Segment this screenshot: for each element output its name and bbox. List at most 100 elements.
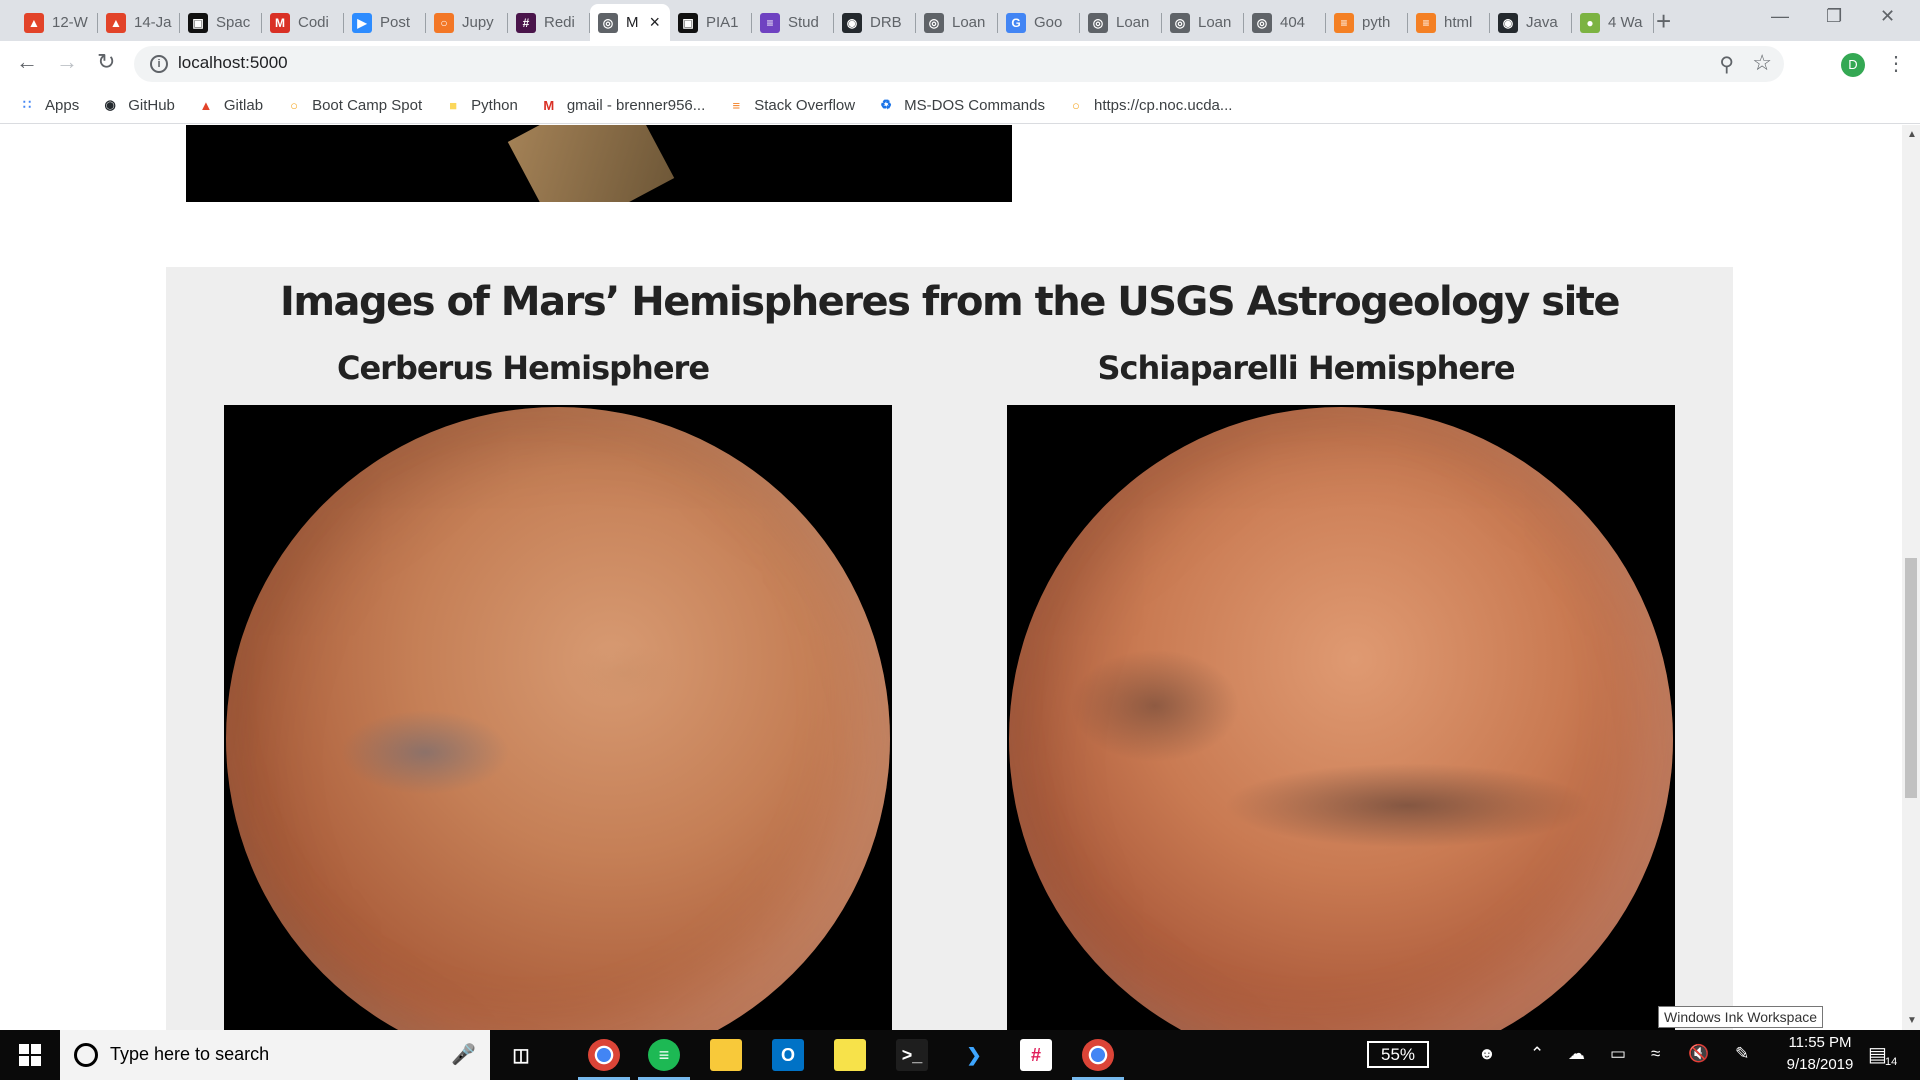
bookmark-item[interactable]: ○ https://cp.noc.ucda... (1067, 96, 1232, 114)
bookmark-label: Apps (45, 96, 80, 114)
bookmark-label: GitHub (128, 96, 175, 114)
stackoverflow-icon: ≡ (732, 97, 741, 113)
chrome-icon[interactable] (1072, 1039, 1124, 1080)
tab-15[interactable]: ◎ 404 (1244, 4, 1326, 41)
bookmark-item[interactable]: ■ Python (444, 96, 518, 114)
tab-title: Post (380, 14, 411, 31)
tab-8[interactable]: ▣ PIA1 (670, 4, 752, 41)
start-button[interactable] (0, 1030, 60, 1080)
forward-icon[interactable]: → (56, 51, 78, 73)
tab-10[interactable]: ◉ DRB (834, 4, 916, 41)
hemispheres-section: Images of Mars’ Hemispheres from the USG… (166, 267, 1733, 1030)
chrome-icon[interactable] (578, 1039, 630, 1080)
bookmark-label: Python (471, 96, 518, 114)
battery-indicator[interactable]: 55% (1367, 1041, 1429, 1068)
bookmark-label: https://cp.noc.ucda... (1093, 96, 1233, 114)
url-text[interactable]: localhost:5000 (178, 53, 288, 73)
back-icon[interactable]: ← (16, 51, 38, 73)
close-window-button[interactable]: ✕ (1880, 6, 1895, 27)
clock-date[interactable]: 9/18/2019 (1775, 1056, 1865, 1073)
gitlab-icon: ▲ (106, 12, 126, 33)
close-tab-icon[interactable]: × (649, 12, 660, 33)
tab-12[interactable]: G Goo (998, 4, 1080, 41)
spotify-icon[interactable]: ≡ (638, 1039, 690, 1080)
clock-time[interactable]: 11:55 PM (1775, 1034, 1865, 1051)
slack-icon[interactable]: # (1020, 1039, 1052, 1071)
nasa-icon: ▣ (188, 12, 208, 33)
tab-13[interactable]: ◎ Loan (1080, 4, 1162, 41)
featured-image (186, 125, 1012, 202)
notification-count: 14 (1885, 1056, 1898, 1068)
scroll-up-arrow-icon[interactable]: ▲ (1907, 129, 1917, 140)
restore-button[interactable]: ❐ (1826, 6, 1842, 27)
tab-title: Loan (952, 14, 986, 31)
volume-muted-icon[interactable]: 🔇 (1688, 1044, 1709, 1064)
task-view-icon[interactable]: ◫ (505, 1039, 537, 1071)
bookmarks-bar: ∷ Apps ◉ GitHub ▲ Gitlab ○ Boot Camp Spot ■ Pytho… (0, 87, 1920, 124)
tab-9[interactable]: ≡ Stud (752, 4, 834, 41)
cortana-icon[interactable] (74, 1043, 98, 1067)
tab-6[interactable]: # Redi (508, 4, 590, 41)
bookmark-item[interactable]: ∷ Apps (18, 96, 79, 114)
tab-2[interactable]: ▣ Spac (180, 4, 262, 41)
mars-globe (226, 407, 890, 1030)
sticky-notes-icon[interactable] (834, 1039, 866, 1071)
tab-16[interactable]: ≡ pyth (1326, 4, 1408, 41)
tab-3[interactable]: M Codi (262, 4, 344, 41)
tab-title: pyth (1362, 14, 1391, 31)
bookmark-star-icon[interactable]: ☆ (1752, 50, 1772, 76)
browser-toolbar: ← → ↻ i localhost:5000 ⚲ ☆ D ⋮ (0, 41, 1920, 87)
zoom-icon[interactable]: ⚲ (1719, 52, 1734, 77)
mars-globe (1009, 407, 1673, 1030)
bookmark-item[interactable]: ◉ GitHub (101, 96, 175, 114)
windows-ink-icon[interactable]: ✎ (1735, 1044, 1749, 1064)
tab-0[interactable]: ▲ 12-W (16, 4, 98, 41)
taskbar-search[interactable]: Type here to search 🎤 (60, 1030, 490, 1080)
terminal-icon[interactable]: >_ (896, 1039, 928, 1071)
stackoverflow-icon: ≡ (1334, 12, 1354, 33)
onedrive-icon[interactable]: ☁ (1568, 1044, 1585, 1064)
search-placeholder[interactable]: Type here to search (110, 1044, 269, 1065)
wifi-icon[interactable]: ≈ (1651, 1044, 1660, 1064)
outlook-icon[interactable]: O (772, 1039, 804, 1071)
tab-1[interactable]: ▲ 14-Ja (98, 4, 180, 41)
bookmark-item[interactable]: ▲ Gitlab (197, 96, 263, 114)
scroll-down-arrow-icon[interactable]: ▼ (1907, 1015, 1917, 1026)
page-scrollbar[interactable]: ▲ ▼ (1902, 125, 1920, 1030)
battery-tray-icon[interactable]: ▭ (1610, 1044, 1626, 1064)
slack-icon: # (516, 12, 536, 33)
section-title: Images of Mars’ Hemispheres from the USG… (279, 279, 1621, 325)
tab-5[interactable]: ○ Jupy (426, 4, 508, 41)
menu-icon[interactable]: ⋮ (1886, 51, 1906, 76)
tab-19[interactable]: ● 4 Wa (1572, 4, 1654, 41)
tab-7[interactable]: ◎ M × (590, 4, 670, 41)
address-bar[interactable]: i localhost:5000 ⚲ ☆ (134, 46, 1784, 82)
bookmark-item[interactable]: ♻ MS-DOS Commands (877, 96, 1045, 114)
file-explorer-icon[interactable] (710, 1039, 742, 1071)
show-hidden-icons-chevron-icon[interactable]: ⌃ (1530, 1044, 1544, 1064)
tab-11[interactable]: ◎ Loan (916, 4, 998, 41)
bookmark-item[interactable]: Mgmail - brenner956... (540, 96, 705, 114)
people-icon[interactable]: ☻ (1478, 1044, 1496, 1064)
windows-ink-tooltip: Windows Ink Workspace (1658, 1006, 1824, 1028)
page-viewport: Images of Mars’ Hemispheres from the USG… (0, 125, 1902, 1030)
tab-17[interactable]: ≡ html (1408, 4, 1490, 41)
minimize-button[interactable]: — (1771, 6, 1789, 27)
apps-grid-icon: ∷ (22, 97, 32, 112)
scroll-thumb[interactable] (1905, 558, 1917, 798)
gitlab-icon: ▲ (199, 97, 213, 113)
vscode-icon[interactable]: ❯ (958, 1039, 990, 1071)
bookmark-item[interactable]: ○ Boot Camp Spot (285, 96, 422, 114)
tab-title: Codi (298, 14, 329, 31)
tab-4[interactable]: ▶ Post (344, 4, 426, 41)
tab-title: Loan (1198, 14, 1232, 31)
tab-18[interactable]: ◉ Java (1490, 4, 1572, 41)
profile-avatar[interactable]: D (1841, 53, 1865, 77)
tab-14[interactable]: ◎ Loan (1162, 4, 1244, 41)
bookmark-item[interactable]: ≡ Stack Overflow (727, 96, 855, 114)
microphone-icon[interactable]: 🎤 (451, 1042, 476, 1067)
new-tab-button[interactable]: + (1656, 8, 1671, 34)
site-info-icon[interactable]: i (150, 55, 168, 73)
hemisphere-title-schiaparelli: Schiaparelli Hemisphere (1097, 349, 1515, 387)
reload-icon[interactable]: ↻ (97, 51, 115, 73)
